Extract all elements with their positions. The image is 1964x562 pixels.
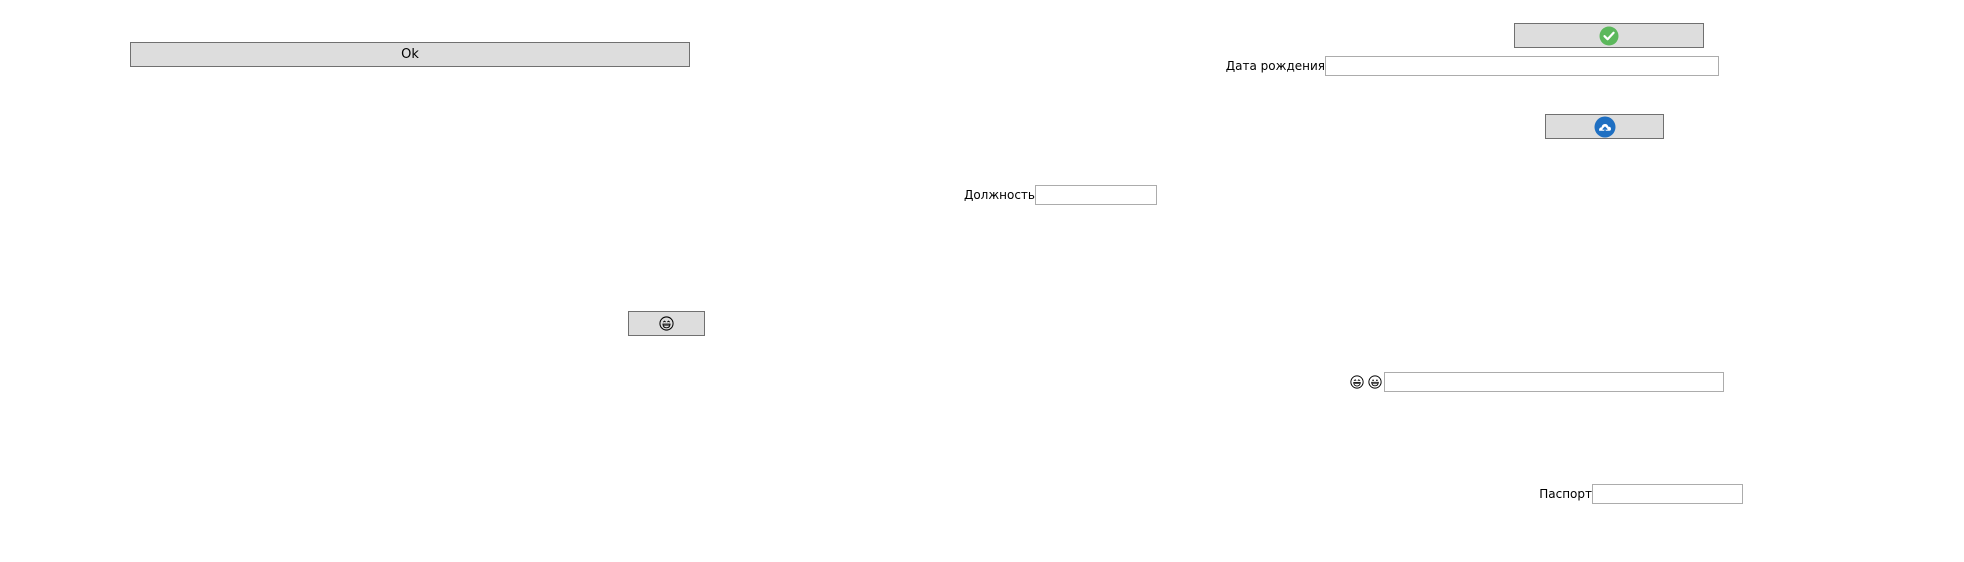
position-field[interactable] [1035, 185, 1157, 205]
cloud-upload-icon [1594, 116, 1616, 138]
birth-date-label: Дата рождения [1225, 59, 1325, 73]
passport-field[interactable] [1592, 484, 1743, 504]
laughing-face-icon [659, 316, 674, 331]
ok-button[interactable]: Ok [130, 42, 690, 67]
birth-date-field[interactable] [1325, 56, 1719, 76]
emoji-text-field[interactable] [1384, 372, 1724, 392]
laughing-face-icon [1350, 375, 1364, 389]
emoji-button[interactable] [628, 311, 705, 336]
confirm-button[interactable] [1514, 23, 1704, 48]
check-circle-icon [1599, 26, 1619, 46]
position-label: Должность [963, 188, 1035, 202]
passport-label: Паспорт [1539, 487, 1592, 501]
grinning-face-icon [1368, 375, 1382, 389]
cloud-button[interactable] [1545, 114, 1664, 139]
